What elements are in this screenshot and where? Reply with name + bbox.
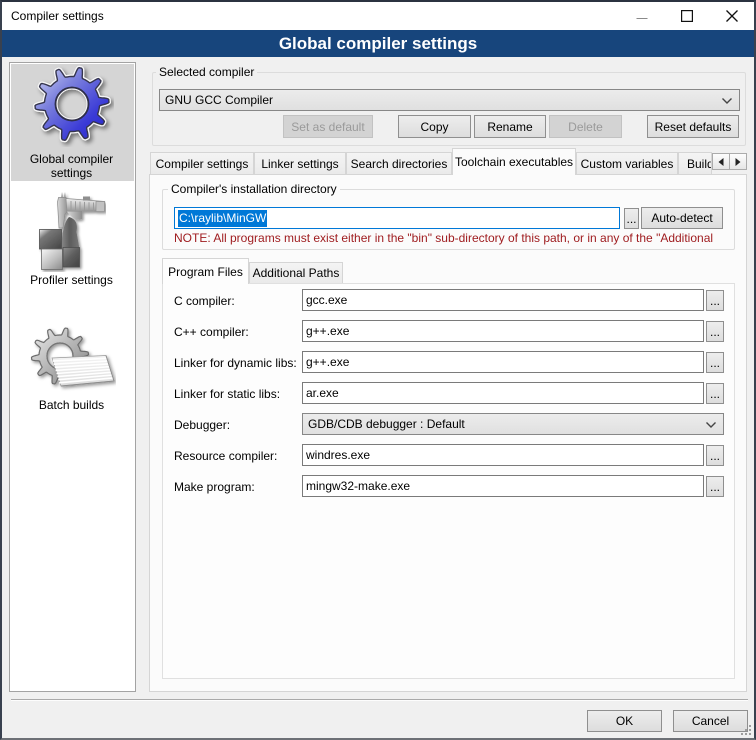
arrow-right-icon xyxy=(735,158,741,166)
linker-dynamic-label: Linker for dynamic libs: xyxy=(174,356,297,370)
sidebar-item-profiler-settings[interactable] xyxy=(38,188,106,272)
cpp-compiler-browse-button[interactable]: ... xyxy=(706,321,724,342)
cpp-compiler-label: C++ compiler: xyxy=(174,325,249,339)
window-title: Compiler settings xyxy=(11,9,104,23)
cpp-compiler-value: g++.exe xyxy=(306,324,349,338)
cancel-button[interactable]: Cancel xyxy=(673,710,748,732)
tab-toolchain-executables[interactable]: Toolchain executables xyxy=(452,148,576,175)
close-button[interactable] xyxy=(709,2,754,30)
sidebar-label-global-compiler-settings[interactable]: Global compiler settings xyxy=(10,152,133,180)
resource-compiler-value: windres.exe xyxy=(306,448,370,462)
copy-button[interactable]: Copy xyxy=(398,115,471,138)
gear-stack-icon xyxy=(30,325,116,395)
tab-linker-settings[interactable]: Linker settings xyxy=(254,152,346,174)
c-compiler-browse-button[interactable]: ... xyxy=(706,290,724,311)
note-text: NOTE: All programs must exist either in … xyxy=(174,231,717,245)
resource-compiler-browse-button[interactable]: ... xyxy=(706,445,724,466)
sidebar-item-global-compiler-settings[interactable] xyxy=(30,63,114,147)
dialog-header: Global compiler settings xyxy=(2,30,754,57)
c-compiler-label: C compiler: xyxy=(174,294,235,308)
c-compiler-input[interactable]: gcc.exe xyxy=(302,289,704,311)
compiler-select[interactable]: GNU GCC Compiler xyxy=(159,89,740,111)
sidebar-label-profiler-settings[interactable]: Profiler settings xyxy=(10,273,133,287)
minimize-button[interactable] xyxy=(619,2,664,30)
debugger-select[interactable]: GDB/CDB debugger : Default xyxy=(302,413,724,435)
linker-dynamic-browse-button[interactable]: ... xyxy=(706,352,724,373)
linker-static-value: ar.exe xyxy=(306,386,339,400)
footer-separator xyxy=(11,699,748,701)
linker-static-browse-button[interactable]: ... xyxy=(706,383,724,404)
chevron-down-icon xyxy=(706,422,716,428)
c-compiler-value: gcc.exe xyxy=(306,293,347,307)
sidebar-label-batch-builds[interactable]: Batch builds xyxy=(10,398,133,412)
gear-blue-icon xyxy=(30,63,114,147)
rename-button[interactable]: Rename xyxy=(474,115,546,138)
title-bar[interactable]: Compiler settings xyxy=(2,2,754,30)
arrow-left-icon xyxy=(718,158,724,166)
linker-static-input[interactable]: ar.exe xyxy=(302,382,704,404)
close-icon xyxy=(726,10,738,22)
maximize-icon xyxy=(681,10,693,22)
subtab-program-files[interactable]: Program Files xyxy=(162,258,249,284)
install-dir-input[interactable]: C:\raylib\MinGW xyxy=(174,207,620,229)
compiler-select-value: GNU GCC Compiler xyxy=(165,93,273,107)
compiler-settings-dialog: Compiler settings Global compiler settin… xyxy=(0,0,756,740)
selected-compiler-group-label: Selected compiler xyxy=(156,65,257,79)
tab-build-truncated[interactable]: Build xyxy=(678,152,712,174)
make-program-input[interactable]: mingw32-make.exe xyxy=(302,475,704,497)
resource-compiler-input[interactable]: windres.exe xyxy=(302,444,704,466)
dialog-header-title: Global compiler settings xyxy=(279,34,477,54)
set-as-default-button[interactable]: Set as default xyxy=(283,115,373,138)
tab-search-directories[interactable]: Search directories xyxy=(346,152,452,174)
caliper-icon xyxy=(38,188,106,272)
linker-dynamic-input[interactable]: g++.exe xyxy=(302,351,704,373)
tab-scroll-left-button[interactable] xyxy=(712,153,730,170)
delete-button[interactable]: Delete xyxy=(549,115,622,138)
make-program-value: mingw32-make.exe xyxy=(306,479,410,493)
sidebar-item-batch-builds[interactable] xyxy=(30,325,116,395)
installation-directory-group-label: Compiler's installation directory xyxy=(168,182,340,196)
resize-grip[interactable] xyxy=(741,725,751,735)
make-program-browse-button[interactable]: ... xyxy=(706,476,724,497)
debugger-label: Debugger: xyxy=(174,418,230,432)
debugger-value: GDB/CDB debugger : Default xyxy=(308,417,465,431)
install-dir-value: C:\raylib\MinGW xyxy=(178,210,267,227)
tab-custom-variables[interactable]: Custom variables xyxy=(576,152,678,174)
install-dir-browse-button[interactable]: ... xyxy=(624,208,639,229)
resource-compiler-label: Resource compiler: xyxy=(174,449,277,463)
ok-button[interactable]: OK xyxy=(587,710,662,732)
reset-defaults-button[interactable]: Reset defaults xyxy=(647,115,739,138)
subtab-additional-paths[interactable]: Additional Paths xyxy=(249,262,343,283)
maximize-button[interactable] xyxy=(664,2,709,30)
linker-static-label: Linker for static libs: xyxy=(174,387,280,401)
cpp-compiler-input[interactable]: g++.exe xyxy=(302,320,704,342)
tab-compiler-settings[interactable]: Compiler settings xyxy=(150,152,254,174)
minimize-icon xyxy=(636,10,648,22)
make-program-label: Make program: xyxy=(174,480,255,494)
linker-dynamic-value: g++.exe xyxy=(306,355,349,369)
chevron-down-icon xyxy=(722,98,732,104)
auto-detect-button[interactable]: Auto-detect xyxy=(641,207,723,229)
tab-scroll-right-button[interactable] xyxy=(729,153,747,170)
